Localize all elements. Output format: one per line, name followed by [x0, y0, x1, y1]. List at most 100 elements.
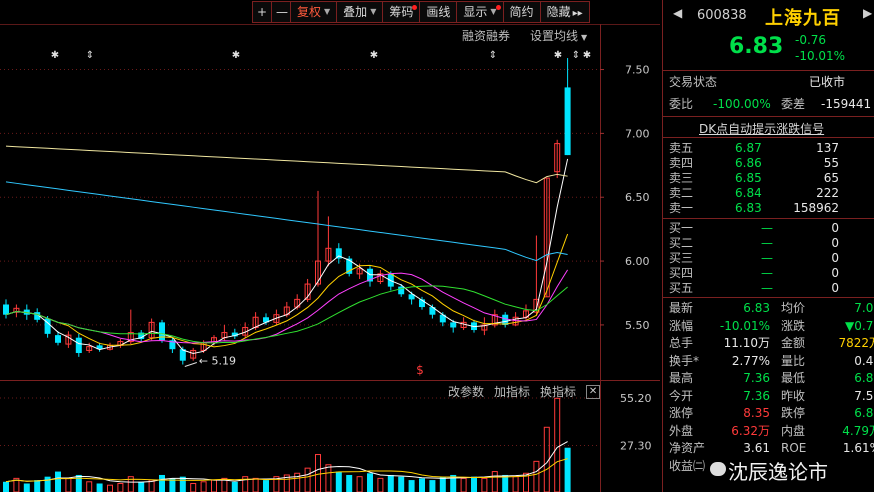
volume-bar: [179, 476, 186, 492]
chart-toolbar: + — 复权 ▼ 叠加 ▼ 筹码 画线 显示 ▼ 简约 隐藏 ▸▸: [252, 1, 590, 23]
volume-bar: [398, 476, 405, 492]
volume-bar: [138, 481, 145, 492]
ma-settings-link[interactable]: 设置均线 ▼: [530, 27, 587, 44]
price-tick-label: 6.00: [625, 255, 650, 268]
notification-dot-icon: [495, 5, 501, 10]
ask-row: 卖三 6.85 65: [669, 170, 874, 186]
volume-tick-label: 27.30: [620, 440, 652, 453]
ask-volume: 55: [823, 156, 839, 170]
switch-indicator-button[interactable]: 换指标: [540, 383, 576, 400]
stat-value: 7.05: [854, 301, 874, 315]
stat-value: 6.32万: [731, 423, 770, 438]
stat-row: 换手* 2.77% 量比 0.46: [669, 353, 874, 369]
close-indicator-icon[interactable]: ✕: [586, 384, 601, 399]
prev-stock-icon[interactable]: ◀: [673, 6, 682, 20]
display-button[interactable]: 显示 ▼: [456, 1, 503, 23]
diff-label: 委差: [781, 97, 806, 111]
volume-bar: [34, 480, 41, 492]
overlay-button[interactable]: 叠加 ▼: [336, 1, 383, 23]
chips-label: 筹码: [389, 5, 414, 19]
stat-label: ROE: [781, 441, 807, 455]
stat-label: 今开: [669, 388, 694, 403]
change-params-button[interactable]: 改参数: [448, 383, 484, 400]
candle-body: [398, 286, 405, 295]
bid-row: 买五 — 0: [669, 280, 874, 296]
next-stock-icon[interactable]: ▶: [863, 6, 872, 20]
change-percent: -10.01%: [795, 49, 846, 63]
volume-average-line: [5, 441, 568, 483]
low-label-arrow: [184, 362, 197, 367]
zoom-in-button[interactable]: +: [252, 1, 271, 23]
ratio-label: 委比: [669, 97, 694, 111]
stat-label: 换手*: [669, 353, 700, 368]
bid-level-label: 买五: [669, 281, 694, 295]
last-price: 6.83: [729, 34, 784, 59]
stat-row: 涨停 8.35 跌停 6.83: [669, 405, 874, 421]
stat-value: 7.36: [743, 371, 770, 385]
ask-row: 卖一 6.83 158962: [669, 200, 874, 216]
bid-level-label: 买一: [669, 221, 694, 235]
bid-price: —: [761, 251, 773, 265]
simple-mode-button[interactable]: 简约: [502, 1, 540, 23]
low-price-label: ← 5.19: [199, 355, 236, 368]
divider: [663, 116, 874, 117]
stat-label: 金额: [781, 336, 806, 350]
draw-line-button[interactable]: 画线: [419, 1, 457, 23]
margin-trading-link[interactable]: 融资融券: [462, 27, 510, 44]
signal-marker-icon: ⇕: [489, 50, 497, 61]
dk-signal-title[interactable]: DK点自动提示涨跌信号: [699, 120, 824, 137]
hide-button[interactable]: 隐藏 ▸▸: [539, 1, 590, 23]
volume-bar: [75, 474, 82, 492]
display-label: 显示: [463, 5, 488, 19]
indicator-toolbar: 改参数 加指标 换指标 ✕: [448, 383, 601, 400]
chips-button[interactable]: 筹码: [382, 1, 420, 23]
stock-header: ◀ 600838 上海九百 ▶: [667, 6, 873, 29]
bid-row: 买四 — 0: [669, 265, 874, 281]
divider: [663, 297, 874, 298]
divider: [663, 218, 874, 219]
ma-settings-label: 设置均线: [530, 29, 579, 43]
ask-price: 6.84: [735, 186, 762, 200]
stat-row: 最高 7.36 最低 6.83: [669, 370, 874, 386]
volume-bar: [107, 484, 113, 492]
kline-chart-svg[interactable]: 7.507.006.506.005.50✱ ⇕ ✱ ✱ ⇕ ✱ ⇕ ✱$← 5.1955.20…: [0, 0, 660, 492]
volume-bar: [55, 471, 61, 492]
stat-label: 均价: [781, 301, 806, 315]
signal-marker-icon: ⇕: [572, 50, 580, 61]
add-indicator-button[interactable]: 加指标: [494, 383, 530, 400]
notification-dot-icon: [412, 5, 418, 10]
volume-bar: [356, 476, 363, 492]
stat-label: 外盘: [669, 423, 694, 438]
ask-level-label: 卖四: [669, 156, 694, 170]
moving-average-line: [5, 158, 569, 354]
volume-bar: [231, 481, 238, 492]
dropdown-arrow-icon: ▼: [581, 33, 588, 42]
volume-bar: [367, 473, 373, 492]
stat-label: 昨收: [781, 388, 806, 403]
candle-body: [3, 304, 9, 315]
stock-code: 600838: [697, 8, 747, 23]
ask-price: 6.83: [735, 201, 762, 215]
volume-bar: [96, 483, 103, 492]
ask-volume: 65: [823, 171, 839, 185]
volume-bar: [439, 476, 446, 492]
volume-bar: [460, 477, 467, 492]
signal-marker-icon: ⇕: [86, 50, 94, 61]
kline-chart-area[interactable]: 7.50 7.00 6.50 6.00 5.50 ✱ ⇕ ✱ ✱ ⇕ ✱ ⇕ ✱ $ ← 5.19 55.20…: [0, 0, 660, 492]
quote-panel: ◀ 600838 上海九百 ▶ 6.83 -0.76 -10.01% 交易状态 …: [662, 0, 874, 492]
weibo-logo-icon: [710, 462, 726, 476]
bid-row: 买二 — 0: [669, 235, 874, 251]
zoom-out-button[interactable]: —: [271, 1, 290, 23]
bid-volume: 0: [831, 281, 839, 295]
candle-body: [75, 337, 82, 354]
fuquan-button[interactable]: 复权 ▼: [290, 1, 337, 23]
bid-level-label: 买三: [669, 251, 694, 265]
ask-level-label: 卖五: [669, 141, 694, 155]
volume-bar: [481, 477, 488, 492]
ask-row: 卖二 6.84 222: [669, 185, 874, 201]
moving-average-line: [5, 181, 568, 262]
volume-bar: [117, 482, 124, 492]
dividend-marker-icon: $: [416, 363, 424, 377]
stat-value: 11.10万: [723, 336, 770, 350]
candle-body: [55, 335, 61, 343]
